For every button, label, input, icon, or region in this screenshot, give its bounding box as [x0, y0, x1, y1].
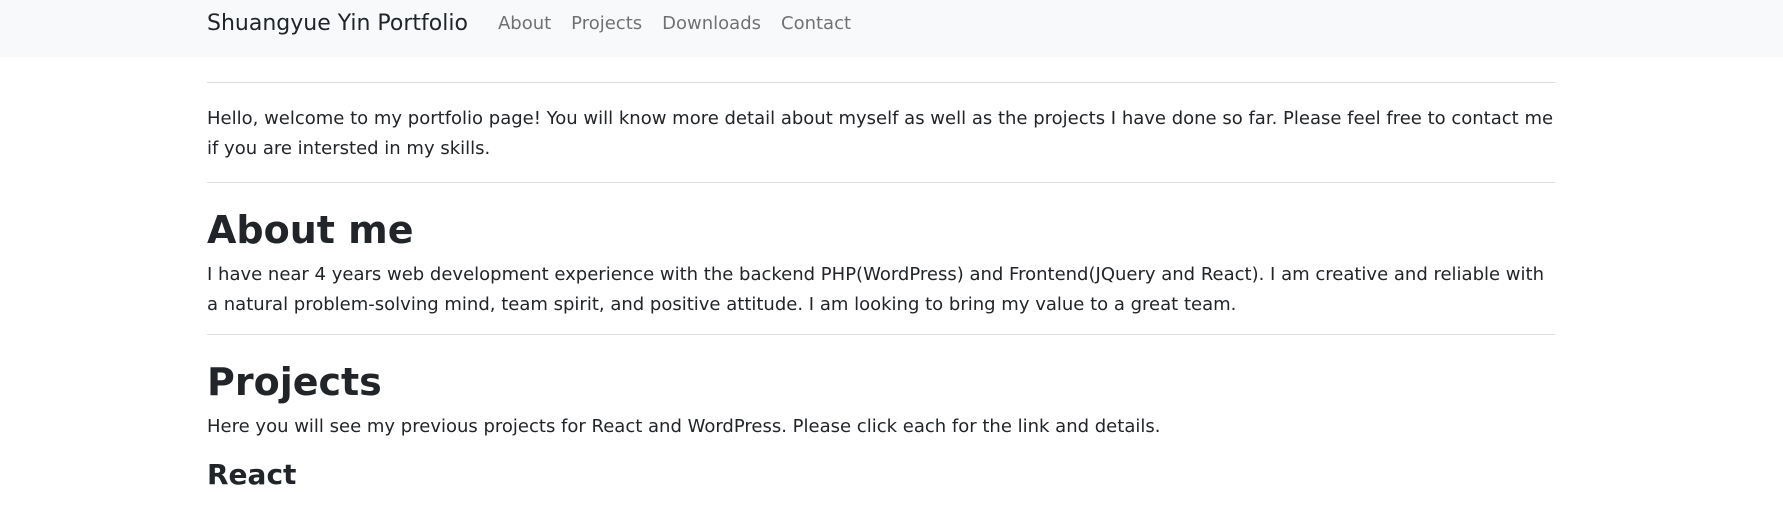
about-text: I have near 4 years web development expe… [207, 264, 1544, 315]
nav-link-about[interactable]: About [498, 13, 551, 34]
divider [207, 82, 1555, 83]
navbar: Shuangyue Yin Portfolio About Projects D… [0, 0, 1783, 57]
about-section: About me I have near 4 years web develop… [207, 208, 1555, 320]
projects-section: Projects Here you will see my previous p… [207, 360, 1555, 492]
projects-heading: Projects [207, 360, 382, 404]
main-content: Hello, welcome to my portfolio page! You… [207, 57, 1555, 492]
navbar-brand[interactable]: Shuangyue Yin Portfolio [207, 11, 468, 36]
divider [207, 334, 1555, 335]
react-subheading: React [207, 458, 297, 491]
divider [207, 182, 1555, 183]
nav-link-downloads[interactable]: Downloads [662, 13, 761, 34]
nav-link-projects[interactable]: Projects [571, 13, 642, 34]
navbar-inner: Shuangyue Yin Portfolio About Projects D… [207, 0, 871, 46]
intro-text: Hello, welcome to my portfolio page! You… [207, 108, 1554, 159]
nav-link-contact[interactable]: Contact [781, 13, 851, 34]
projects-text: Here you will see my previous projects f… [207, 416, 1161, 437]
about-heading: About me [207, 208, 414, 252]
